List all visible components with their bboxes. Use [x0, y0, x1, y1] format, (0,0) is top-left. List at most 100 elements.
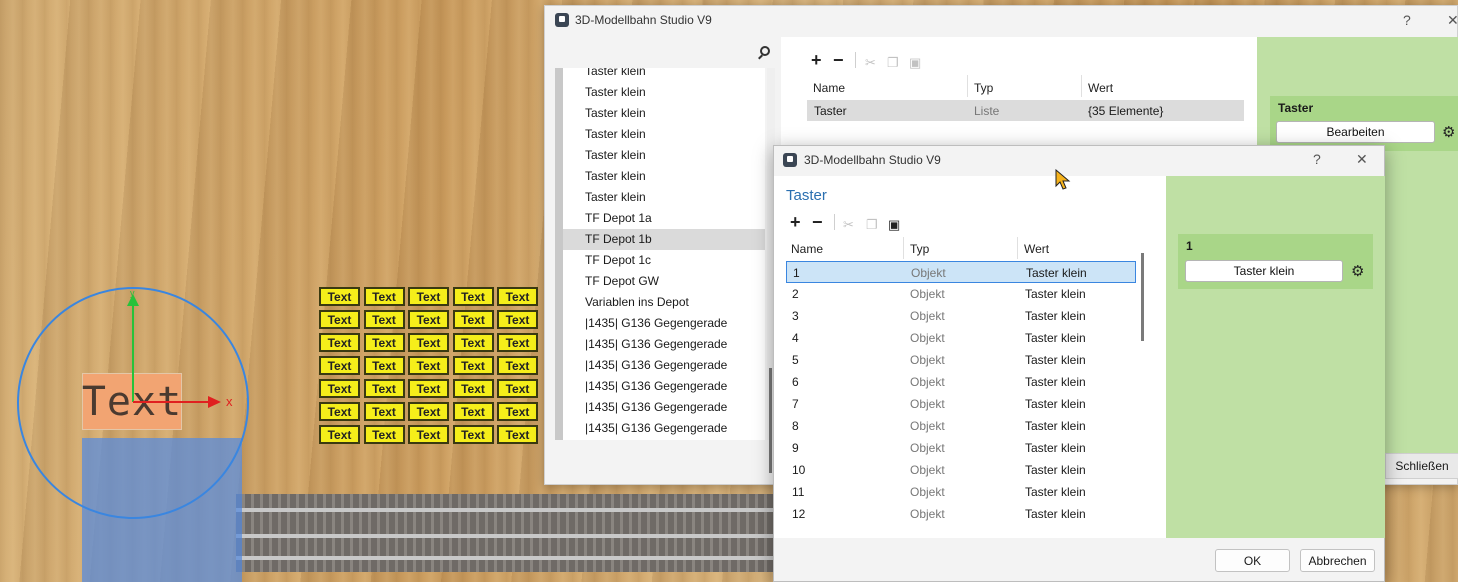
text-tile[interactable]: Text — [408, 310, 449, 329]
list-item[interactable]: Taster klein — [585, 82, 646, 103]
add-icon[interactable]: + — [811, 51, 822, 69]
text-tile[interactable]: Text — [408, 402, 449, 421]
list-item[interactable]: |1435| G136 Gegengerade — [585, 334, 727, 355]
text-tile[interactable]: Text — [497, 379, 538, 398]
text-tile[interactable]: Text — [408, 425, 449, 444]
list-item[interactable]: Taster klein — [585, 103, 646, 124]
table-row[interactable]: 9 Objekt Taster klein — [786, 437, 1136, 459]
gear-icon[interactable]: ⚙ — [1351, 262, 1364, 280]
text-tile[interactable]: Text — [363, 333, 405, 352]
x-axis-handle[interactable] — [133, 401, 211, 403]
column-header-name[interactable]: Name — [813, 81, 845, 95]
text-tile[interactable]: Text — [452, 310, 494, 329]
text-tile[interactable]: Text — [452, 287, 494, 306]
copy-icon[interactable]: ❐ — [866, 216, 878, 234]
text-tile[interactable]: Text — [408, 333, 449, 352]
text-tile[interactable]: Text — [363, 402, 405, 421]
gear-icon[interactable]: ⚙ — [1442, 123, 1455, 141]
text-tile[interactable]: Text — [408, 356, 449, 375]
text-tile[interactable]: Text — [497, 287, 538, 306]
x-axis-arrow-icon[interactable] — [208, 396, 221, 408]
text-tile[interactable]: Text — [363, 425, 405, 444]
search-icon[interactable] — [760, 46, 770, 56]
text-tile[interactable]: Text — [319, 425, 360, 444]
scrollbar-thumb[interactable] — [1141, 253, 1144, 341]
help-button[interactable]: ? — [1313, 151, 1321, 167]
table-row[interactable]: 8 Objekt Taster klein — [786, 415, 1136, 437]
text-tile[interactable]: Text — [497, 402, 538, 421]
list-item[interactable]: TF Depot 1c — [585, 250, 651, 271]
text-tile[interactable]: Text — [452, 379, 494, 398]
column-header-type[interactable]: Typ — [974, 81, 993, 95]
list-item[interactable]: |1435| G136 Gegengerade — [585, 397, 727, 418]
list-item[interactable]: TF Depot 1a — [585, 208, 652, 229]
ok-button[interactable]: OK — [1215, 549, 1290, 572]
list-item[interactable]: Taster klein — [585, 145, 646, 166]
cut-icon[interactable]: ✂ — [865, 54, 876, 72]
table-row[interactable]: 12 Objekt Taster klein — [786, 503, 1136, 525]
text-tile[interactable]: Text — [319, 356, 360, 375]
list-item[interactable]: Taster klein — [585, 124, 646, 145]
table-row[interactable]: 10 Objekt Taster klein — [786, 459, 1136, 481]
table-row[interactable]: 1 Objekt Taster klein — [786, 261, 1136, 283]
add-icon[interactable]: + — [790, 213, 801, 231]
paste-icon[interactable]: ▣ — [888, 216, 900, 234]
scrollbar-thumb[interactable] — [769, 368, 772, 473]
paste-icon[interactable]: ▣ — [909, 54, 921, 72]
text-tile[interactable]: Text — [497, 425, 538, 444]
list-item[interactable]: |1435| G136 Gegengerade — [585, 355, 727, 376]
text-tile[interactable]: Text — [408, 379, 449, 398]
text-tile[interactable]: Text — [452, 402, 494, 421]
y-axis-handle[interactable] — [132, 300, 134, 402]
object-list[interactable]: Taster klein Taster klein Taster klein Tast… — [555, 68, 765, 440]
text-tile[interactable]: Text — [452, 333, 494, 352]
table-row[interactable]: Taster Liste {35 Elemente} — [807, 100, 1244, 121]
text-tile[interactable]: Text — [408, 287, 449, 306]
text-tile[interactable]: Text — [497, 356, 538, 375]
table-row[interactable]: 7 Objekt Taster klein — [786, 393, 1136, 415]
text-tile[interactable]: Text — [452, 356, 494, 375]
text-tile[interactable]: Text — [497, 310, 538, 329]
column-header-value[interactable]: Wert — [1088, 81, 1113, 95]
column-header-value[interactable]: Wert — [1024, 242, 1049, 256]
close-button[interactable]: ✕ — [1447, 12, 1458, 29]
text-tile[interactable]: Text — [319, 379, 360, 398]
text-tile[interactable]: Text — [363, 287, 405, 306]
list-item[interactable]: TF Depot GW — [585, 271, 659, 292]
help-button[interactable]: ? — [1403, 12, 1411, 28]
list-item[interactable]: Variablen ins Depot — [585, 292, 689, 313]
table-scrollbar[interactable] — [1139, 238, 1147, 538]
list-item[interactable]: Taster klein — [585, 187, 646, 208]
list-item[interactable]: Taster klein — [585, 68, 646, 82]
cancel-button[interactable]: Abbrechen — [1300, 549, 1375, 572]
table-row[interactable]: 4 Objekt Taster klein — [786, 327, 1136, 349]
close-button[interactable]: ✕ — [1356, 151, 1368, 168]
table-row[interactable]: 2 Objekt Taster klein — [786, 283, 1136, 305]
list-item[interactable]: |1435| G136 Gegengerade — [585, 418, 727, 439]
text-tile[interactable]: Text — [319, 333, 360, 352]
cut-icon[interactable]: ✂ — [843, 216, 854, 234]
text-tile[interactable]: Text — [497, 333, 538, 352]
remove-icon[interactable]: − — [812, 213, 823, 231]
text-tile[interactable]: Text — [363, 310, 405, 329]
edit-button[interactable]: Bearbeiten — [1276, 121, 1435, 143]
list-item[interactable]: TF Depot 1b — [563, 229, 765, 250]
text-tile[interactable]: Text — [363, 356, 405, 375]
object-select-button[interactable]: Taster klein — [1185, 260, 1343, 282]
table-row[interactable]: 5 Objekt Taster klein — [786, 349, 1136, 371]
list-item[interactable]: Taster klein — [585, 166, 646, 187]
list-item[interactable]: |1435| G136 Gegengerade — [585, 376, 727, 397]
table-row[interactable]: 6 Objekt Taster klein — [786, 371, 1136, 393]
column-header-type[interactable]: Typ — [910, 242, 929, 256]
table-row[interactable]: 11 Objekt Taster klein — [786, 481, 1136, 503]
text-tile[interactable]: Text — [319, 402, 360, 421]
text-tile[interactable]: Text — [319, 287, 360, 306]
table-row[interactable]: 3 Objekt Taster klein — [786, 305, 1136, 327]
column-header-name[interactable]: Name — [791, 242, 823, 256]
text-tile[interactable]: Text — [319, 310, 360, 329]
copy-icon[interactable]: ❐ — [887, 54, 899, 72]
close-dialog-button[interactable]: Schließen — [1385, 453, 1458, 479]
text-tile[interactable]: Text — [452, 425, 494, 444]
text-tile[interactable]: Text — [363, 379, 405, 398]
list-item[interactable]: |1435| G136 Gegengerade — [585, 313, 727, 334]
